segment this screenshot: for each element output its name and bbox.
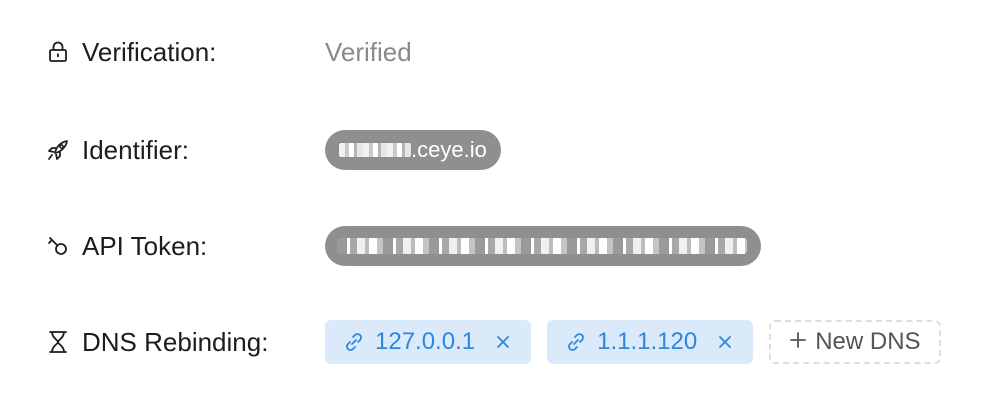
- api-token-label-group: API Token:: [46, 218, 207, 274]
- dns-tag[interactable]: 1.1.1.120: [547, 320, 754, 364]
- redacted-identifier-prefix: [339, 143, 411, 157]
- redacted-api-token: [337, 238, 747, 254]
- verification-row: Verification: Verified: [0, 24, 1008, 80]
- close-icon[interactable]: [717, 334, 733, 350]
- identifier-value-container: .ceye.io: [325, 122, 501, 178]
- dns-rebinding-value-container: 127.0.0.1 1.1.1.120 New DNS: [325, 314, 941, 370]
- close-icon[interactable]: [495, 334, 511, 350]
- key-icon: [46, 234, 70, 258]
- dns-tag[interactable]: 127.0.0.1: [325, 320, 532, 364]
- identifier-row: Identifier: .ceye.io: [0, 122, 1008, 178]
- verification-label-group: Verification:: [46, 24, 216, 80]
- identifier-label-group: Identifier:: [46, 122, 189, 178]
- verification-value-container: Verified: [325, 24, 412, 80]
- api-token-value-container: [325, 218, 761, 274]
- dns-tag-value: 1.1.1.120: [597, 328, 698, 355]
- lock-icon: [46, 40, 70, 64]
- hourglass-icon: [46, 330, 70, 354]
- identifier-label: Identifier:: [82, 134, 189, 165]
- new-dns-button[interactable]: New DNS: [769, 320, 941, 364]
- dns-tag-value: 127.0.0.1: [375, 328, 476, 355]
- verification-label: Verification:: [82, 36, 217, 67]
- new-dns-label: New DNS: [815, 328, 921, 355]
- identifier-domain-suffix: .ceye.io: [411, 137, 487, 162]
- dns-rebinding-label: DNS Rebinding:: [82, 326, 269, 357]
- plus-icon: [789, 328, 807, 356]
- dns-rebinding-label-group: DNS Rebinding:: [46, 314, 268, 370]
- api-token-pill: [325, 226, 761, 266]
- link-icon: [343, 331, 365, 353]
- dns-tag-list: 127.0.0.1 1.1.1.120 New DNS: [325, 320, 941, 364]
- verification-status: Verified: [325, 36, 412, 67]
- api-token-label: API Token:: [82, 230, 208, 261]
- link-icon: [565, 331, 587, 353]
- dns-rebinding-row: DNS Rebinding: 127.0.0.1 1.1.1.120 New D…: [0, 314, 1008, 370]
- identifier-pill: .ceye.io: [325, 130, 501, 170]
- api-token-row: API Token:: [0, 218, 1008, 274]
- rocket-icon: [46, 138, 70, 162]
